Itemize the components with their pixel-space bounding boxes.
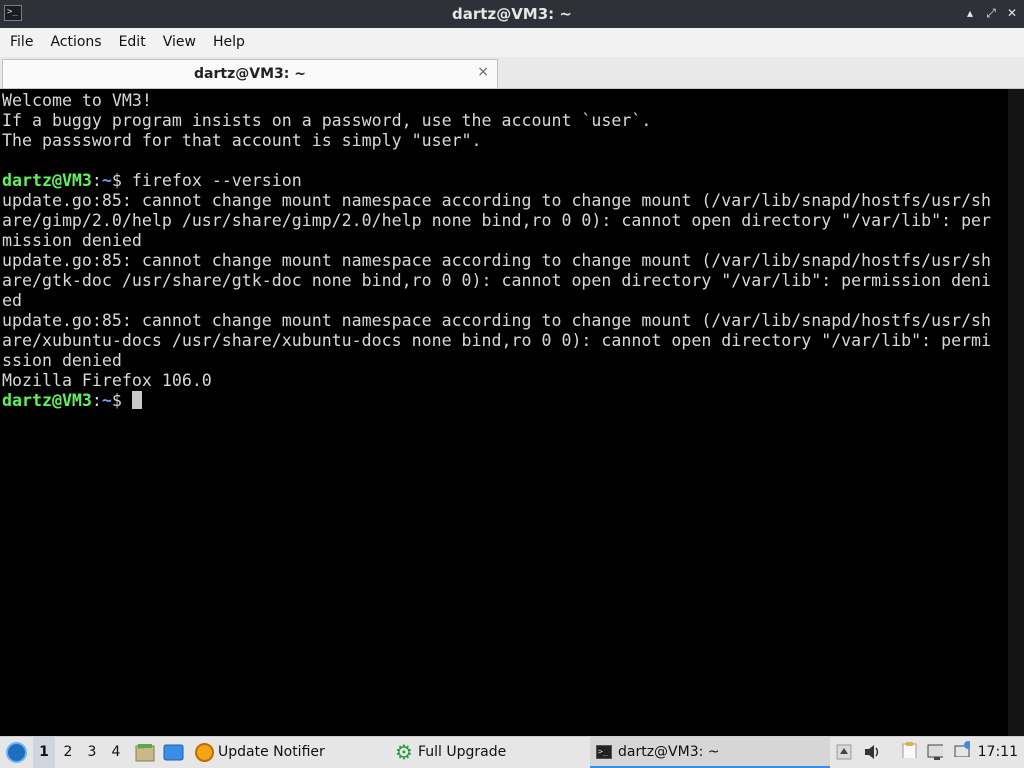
- prompt-user: dartz@VM3: [2, 391, 92, 410]
- title-bar[interactable]: >_ dartz@VM3: ~ ▴ ⤢ ✕: [0, 0, 1024, 28]
- terminal-output[interactable]: Welcome to VM3! If a buggy program insist…: [0, 89, 1008, 736]
- clipboard-icon[interactable]: [902, 742, 918, 758]
- workspace-4[interactable]: 4: [105, 737, 127, 768]
- tab-terminal[interactable]: dartz@VM3: ~ ×: [2, 59, 498, 88]
- prompt-separator: :: [91, 171, 102, 190]
- terminal-text: mission denied: [2, 231, 142, 250]
- terminal-text: are/gtk-doc /usr/share/gtk-doc none bind…: [2, 271, 992, 290]
- terminal-text: The passsword for that account is simply…: [2, 131, 482, 150]
- menu-actions[interactable]: Actions: [40, 28, 108, 57]
- terminal-line: update.go:85: cannot change mount namesp…: [2, 251, 1008, 271]
- terminal-scrollbar[interactable]: [1008, 89, 1024, 736]
- tab-bar: dartz@VM3: ~ ×: [0, 57, 1024, 89]
- menu-help[interactable]: Help: [203, 28, 252, 57]
- terminal-text: update.go:85: cannot change mount namesp…: [2, 251, 992, 270]
- workspace-3[interactable]: 3: [81, 737, 103, 768]
- menu-file[interactable]: File: [0, 28, 40, 57]
- tab-label: dartz@VM3: ~: [194, 66, 306, 82]
- terminal-task-label: dartz@VM3: ~: [618, 744, 720, 760]
- terminal-text: Welcome to VM3!: [2, 91, 152, 110]
- network-icon[interactable]: [927, 744, 943, 760]
- upload-tray-icon[interactable]: [836, 744, 852, 760]
- terminal-task-icon: >_: [596, 745, 612, 759]
- terminal-line: are/xubuntu-docs /usr/share/xubuntu-docs…: [2, 331, 1008, 351]
- terminal-text: update.go:85: cannot change mount namesp…: [2, 191, 992, 210]
- volume-icon[interactable]: [864, 744, 880, 760]
- show-desktop-icon[interactable]: [163, 743, 184, 762]
- terminal-text: ssion denied: [2, 351, 122, 370]
- gear-icon[interactable]: ⚙: [395, 742, 413, 762]
- terminal-line: update.go:85: cannot change mount namesp…: [2, 191, 1008, 211]
- terminal-text: Mozilla Firefox 106.0: [2, 371, 212, 390]
- clock[interactable]: 17:11: [978, 737, 1018, 768]
- terminal-text: If a buggy program insists on a password…: [2, 111, 652, 130]
- workspace-2[interactable]: 2: [57, 737, 79, 768]
- terminal-line: mission denied: [2, 231, 1008, 251]
- tab-close-icon[interactable]: ×: [477, 64, 489, 80]
- terminal-line: Mozilla Firefox 106.0: [2, 371, 1008, 391]
- workspace-1[interactable]: 1: [33, 737, 55, 768]
- terminal-line: ssion denied: [2, 351, 1008, 371]
- prompt-symbol: $: [111, 391, 132, 410]
- terminal-line: are/gimp/2.0/help /usr/share/gimp/2.0/he…: [2, 211, 1008, 231]
- terminal-line: ed: [2, 291, 1008, 311]
- terminal-text: ed: [2, 291, 22, 310]
- terminal-text: update.go:85: cannot change mount namesp…: [2, 311, 992, 330]
- text-cursor: [131, 391, 142, 409]
- terminal-line: Welcome to VM3!: [2, 91, 1008, 111]
- terminal-text: are/xubuntu-docs /usr/share/xubuntu-docs…: [2, 331, 992, 350]
- prompt-symbol: $: [111, 171, 132, 190]
- terminal-task-button[interactable]: >_ dartz@VM3: ~: [590, 737, 830, 768]
- file-manager-icon[interactable]: [135, 743, 155, 763]
- prompt-separator: :: [91, 391, 102, 410]
- terminal-text: are/gimp/2.0/help /usr/share/gimp/2.0/he…: [2, 211, 992, 230]
- taskbar: 1 2 3 4 Update Notifier ⚙ Full Upgrade >…: [0, 736, 1024, 768]
- maximize-button[interactable]: ⤢: [983, 5, 999, 21]
- whisker-menu-icon[interactable]: [6, 742, 27, 763]
- minimize-button[interactable]: ▴: [962, 5, 978, 21]
- update-notifier-task[interactable]: Update Notifier: [218, 737, 325, 768]
- terminal-line: are/gtk-doc /usr/share/gtk-doc none bind…: [2, 271, 1008, 291]
- prompt-user: dartz@VM3: [2, 171, 92, 190]
- menu-bar: File Actions Edit View Help: [0, 28, 1024, 58]
- window-title: dartz@VM3: ~: [452, 5, 572, 23]
- notifications-icon[interactable]: [954, 741, 970, 757]
- prompt-path: ~: [101, 171, 112, 190]
- terminal-window: >_ dartz@VM3: ~ ▴ ⤢ ✕ File Actions Edit Vie…: [0, 0, 1024, 736]
- menu-edit[interactable]: Edit: [109, 28, 153, 57]
- full-upgrade-task[interactable]: Full Upgrade: [418, 737, 506, 768]
- terminal-line: The passsword for that account is simply…: [2, 131, 1008, 151]
- menu-view[interactable]: View: [153, 28, 203, 57]
- terminal-prompt-line: dartz@VM3:~$ firefox --version: [2, 171, 1008, 191]
- terminal-line: update.go:85: cannot change mount namesp…: [2, 311, 1008, 331]
- terminal-line: If a buggy program insists on a password…: [2, 111, 1008, 131]
- update-notifier-icon[interactable]: [195, 743, 214, 762]
- close-window-button[interactable]: ✕: [1004, 5, 1020, 21]
- terminal-prompt-line: dartz@VM3:~$: [2, 391, 1008, 411]
- prompt-path: ~: [101, 391, 112, 410]
- prompt-command: firefox --version: [131, 171, 302, 190]
